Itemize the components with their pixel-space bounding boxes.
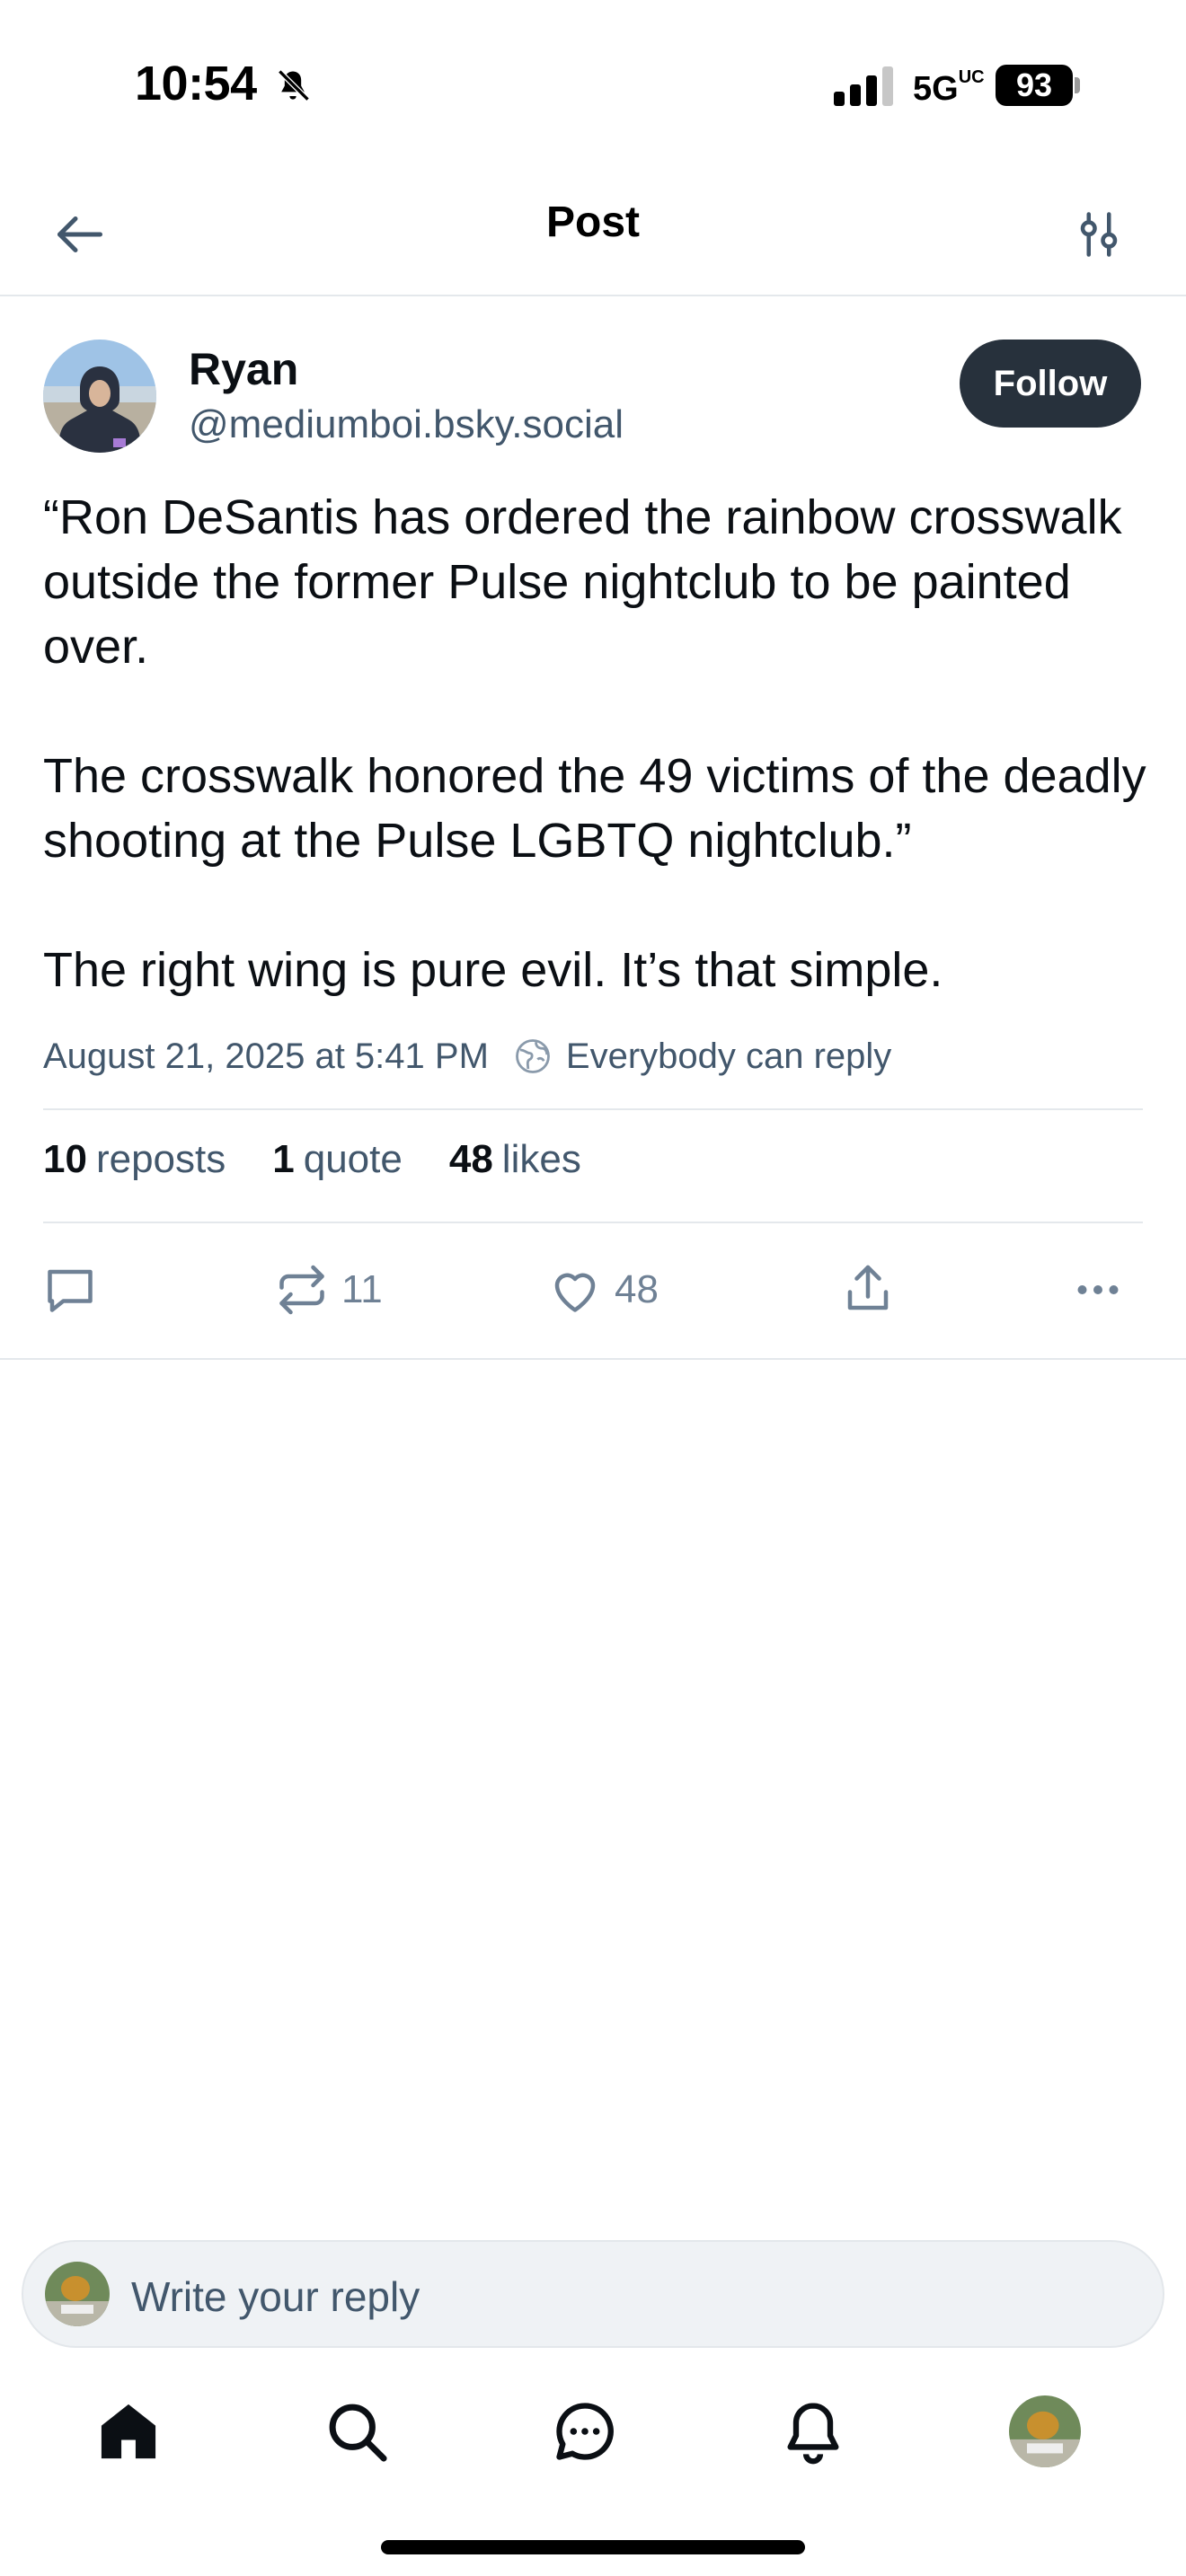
follow-button[interactable]: Follow — [960, 340, 1141, 428]
repost-button[interactable]: 11 — [275, 1257, 383, 1322]
home-indicator — [381, 2540, 805, 2554]
header: Post — [0, 171, 1186, 296]
my-avatar — [45, 2262, 110, 2326]
post-paragraph: The crosswalk honored the 49 victims of … — [43, 749, 1146, 868]
comment-icon — [48, 1269, 93, 1312]
profile-avatar — [1009, 2395, 1081, 2467]
reposts-stat[interactable]: 10 reposts — [43, 1137, 226, 1182]
post-paragraph: “Ron DeSantis has ordered the rainbow cr… — [43, 490, 1122, 674]
author-name[interactable]: Ryan — [189, 343, 298, 395]
my-avatar-image — [45, 2262, 110, 2326]
heart-icon — [554, 1273, 596, 1312]
reply-composer[interactable]: Write your reply — [22, 2240, 1164, 2348]
more-options-button[interactable] — [1071, 1257, 1125, 1322]
nav-search[interactable] — [316, 2391, 397, 2472]
divider — [43, 1222, 1143, 1223]
signal-icon — [834, 66, 893, 106]
profile-avatar-image — [1009, 2395, 1081, 2467]
network-label: 5GUC — [913, 67, 985, 108]
repost-icon — [279, 1265, 324, 1315]
reply-input-placeholder[interactable]: Write your reply — [131, 2272, 420, 2321]
repost-count: 11 — [341, 1267, 383, 1311]
chat-icon — [556, 2403, 614, 2460]
reply-button[interactable] — [43, 1257, 97, 1322]
author-avatar[interactable] — [43, 340, 156, 453]
divider — [0, 1358, 1186, 1360]
battery-cap — [1075, 77, 1080, 93]
post-timestamp: August 21, 2025 at 5:41 PM — [43, 1036, 489, 1076]
battery-indicator: 93 — [996, 65, 1073, 106]
search-icon — [329, 2404, 387, 2462]
nav-profile[interactable] — [1005, 2391, 1085, 2472]
like-button[interactable]: 48 — [548, 1257, 659, 1322]
bell-slash-icon — [278, 69, 310, 101]
post-paragraph: The right wing is pure evil. It’s that s… — [43, 943, 943, 997]
sliders-icon — [1080, 212, 1118, 257]
status-bar: 10:54 5GUC 93 — [0, 0, 1186, 171]
thread-settings-button[interactable] — [1060, 196, 1137, 273]
bell-icon — [787, 2403, 839, 2465]
home-icon — [101, 2404, 156, 2459]
reply-setting[interactable]: Everybody can reply — [514, 1037, 891, 1077]
nav-notifications[interactable] — [773, 2391, 854, 2472]
status-time: 10:54 — [135, 57, 257, 110]
globe-icon — [516, 1039, 550, 1073]
author-avatar-image — [43, 340, 156, 453]
quotes-stat[interactable]: 1 quote — [272, 1137, 403, 1182]
divider — [43, 1108, 1143, 1110]
share-icon — [847, 1265, 889, 1310]
author-handle[interactable]: @mediumboi.bsky.social — [189, 402, 624, 447]
post-text: “Ron DeSantis has ordered the rainbow cr… — [43, 485, 1148, 1002]
engagement-stats: 10 reposts 1 quote 48 likes — [43, 1137, 628, 1182]
nav-home[interactable] — [88, 2391, 169, 2472]
like-count: 48 — [615, 1267, 659, 1311]
post-meta: August 21, 2025 at 5:41 PM Everybody can… — [43, 1031, 891, 1081]
more-horizontal-icon — [1077, 1285, 1119, 1294]
nav-chat[interactable] — [544, 2391, 625, 2472]
share-button[interactable] — [841, 1257, 895, 1322]
likes-stat[interactable]: 48 likes — [449, 1137, 581, 1182]
reply-setting-label: Everybody can reply — [565, 1036, 892, 1076]
page-title: Post — [545, 198, 640, 246]
